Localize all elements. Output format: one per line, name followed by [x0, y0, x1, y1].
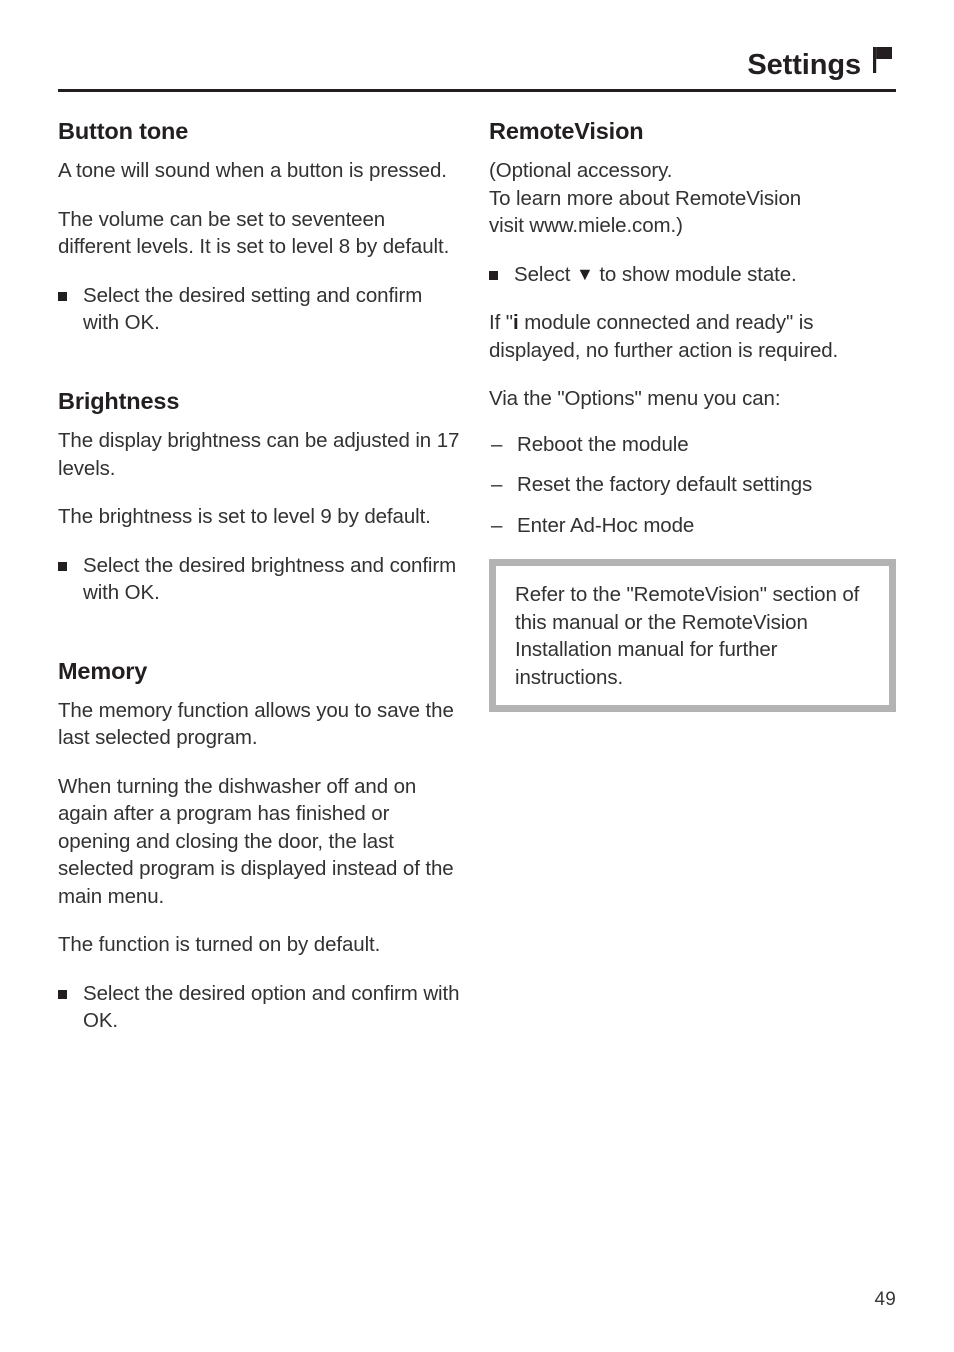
bullet-text: Select the desired brightness and confir… [83, 553, 457, 605]
paragraph: The volume can be set to seventeen diffe… [58, 207, 450, 259]
section-heading-remotevision: RemoteVision [489, 118, 644, 144]
paragraph: The display brightness can be adjusted i… [58, 429, 460, 480]
section-button-tone: Button tone A tone will sound when a but… [58, 118, 463, 337]
if-prefix: If " [489, 311, 513, 335]
section-memory: Memory The memory function allows you to… [58, 658, 463, 1035]
square-bullet-icon [58, 291, 67, 301]
paragraph: A tone will sound when a button is press… [58, 159, 447, 183]
paragraph: When turning the dishwasher off and on a… [58, 774, 454, 908]
paragraph-via-options: Via the "Options" menu you can: [489, 387, 781, 411]
page-title: Settings [747, 49, 861, 81]
bullet-text-suffix: to show module state. [599, 262, 797, 286]
section-heading-brightness: Brightness [58, 387, 180, 414]
triangle-down-icon: ▼ [576, 263, 594, 284]
dash-text: Enter Ad-Hoc mode [517, 513, 695, 537]
section-remotevision: RemoteVision (Optional accessory. To lear… [489, 118, 896, 713]
bullet-list-item: Select the desired setting and confirm w… [58, 282, 463, 337]
bullet-text: Select the desired setting and confirm w… [83, 283, 423, 335]
if-suffix: module connected and ready" is displayed… [489, 311, 839, 362]
dash-list-item: – Reset the factory default settings [489, 471, 896, 499]
left-column: Button tone A tone will sound when a but… [58, 118, 463, 1056]
page-number: 49 [874, 1289, 896, 1310]
dash-list-item: – Enter Ad-Hoc mode [489, 512, 896, 540]
paragraph-intro: (Optional accessory. To learn more about … [489, 157, 896, 240]
note-box-text: Refer to the "RemoteVision" section of t… [515, 583, 860, 689]
intro-line-3: visit www.miele.com.) [489, 214, 683, 238]
paragraph: The function is turned on by default. [58, 933, 381, 957]
bullet-list-item: Select the desired option and confirm wi… [58, 980, 463, 1035]
intro-line-2: To learn more about RemoteVision [489, 186, 802, 210]
section-heading-button-tone: Button tone [58, 118, 189, 144]
dash-bullet-icon: – [491, 473, 503, 497]
square-bullet-icon [489, 270, 498, 280]
paragraph: The memory function allows you to save t… [58, 698, 454, 750]
section-heading-memory: Memory [58, 657, 148, 684]
note-box: Refer to the "RemoteVision" section of t… [489, 559, 896, 713]
dash-bullet-icon: – [491, 432, 503, 456]
bullet-list-item: Select the desired brightness and confir… [58, 552, 463, 607]
dash-text: Reset the factory default settings [517, 473, 813, 497]
dash-bullet-icon: – [491, 513, 503, 537]
dash-text: Reboot the module [517, 432, 689, 456]
paragraph-module-ready: If "i module connected and ready" is dis… [489, 309, 896, 364]
header-title-row: Settings [58, 44, 896, 84]
square-bullet-icon [58, 989, 67, 999]
page-header: Settings [58, 44, 896, 92]
flag-icon [872, 45, 896, 75]
intro-line-1: (Optional accessory. [489, 159, 673, 183]
dash-list-item: – Reboot the module [489, 431, 896, 459]
paragraph: The brightness is set to level 9 by defa… [58, 505, 431, 529]
bullet-list-item: Select ▼ to show module state. [489, 261, 896, 289]
square-bullet-icon [58, 561, 67, 571]
info-icon: i [512, 311, 519, 335]
right-column: RemoteVision (Optional accessory. To lear… [489, 118, 896, 713]
bullet-text: Select the desired option and confirm wi… [83, 981, 460, 1033]
bullet-text-prefix: Select [514, 262, 571, 286]
section-brightness: Brightness The display brightness can be… [58, 388, 463, 607]
header-rule [58, 89, 896, 92]
